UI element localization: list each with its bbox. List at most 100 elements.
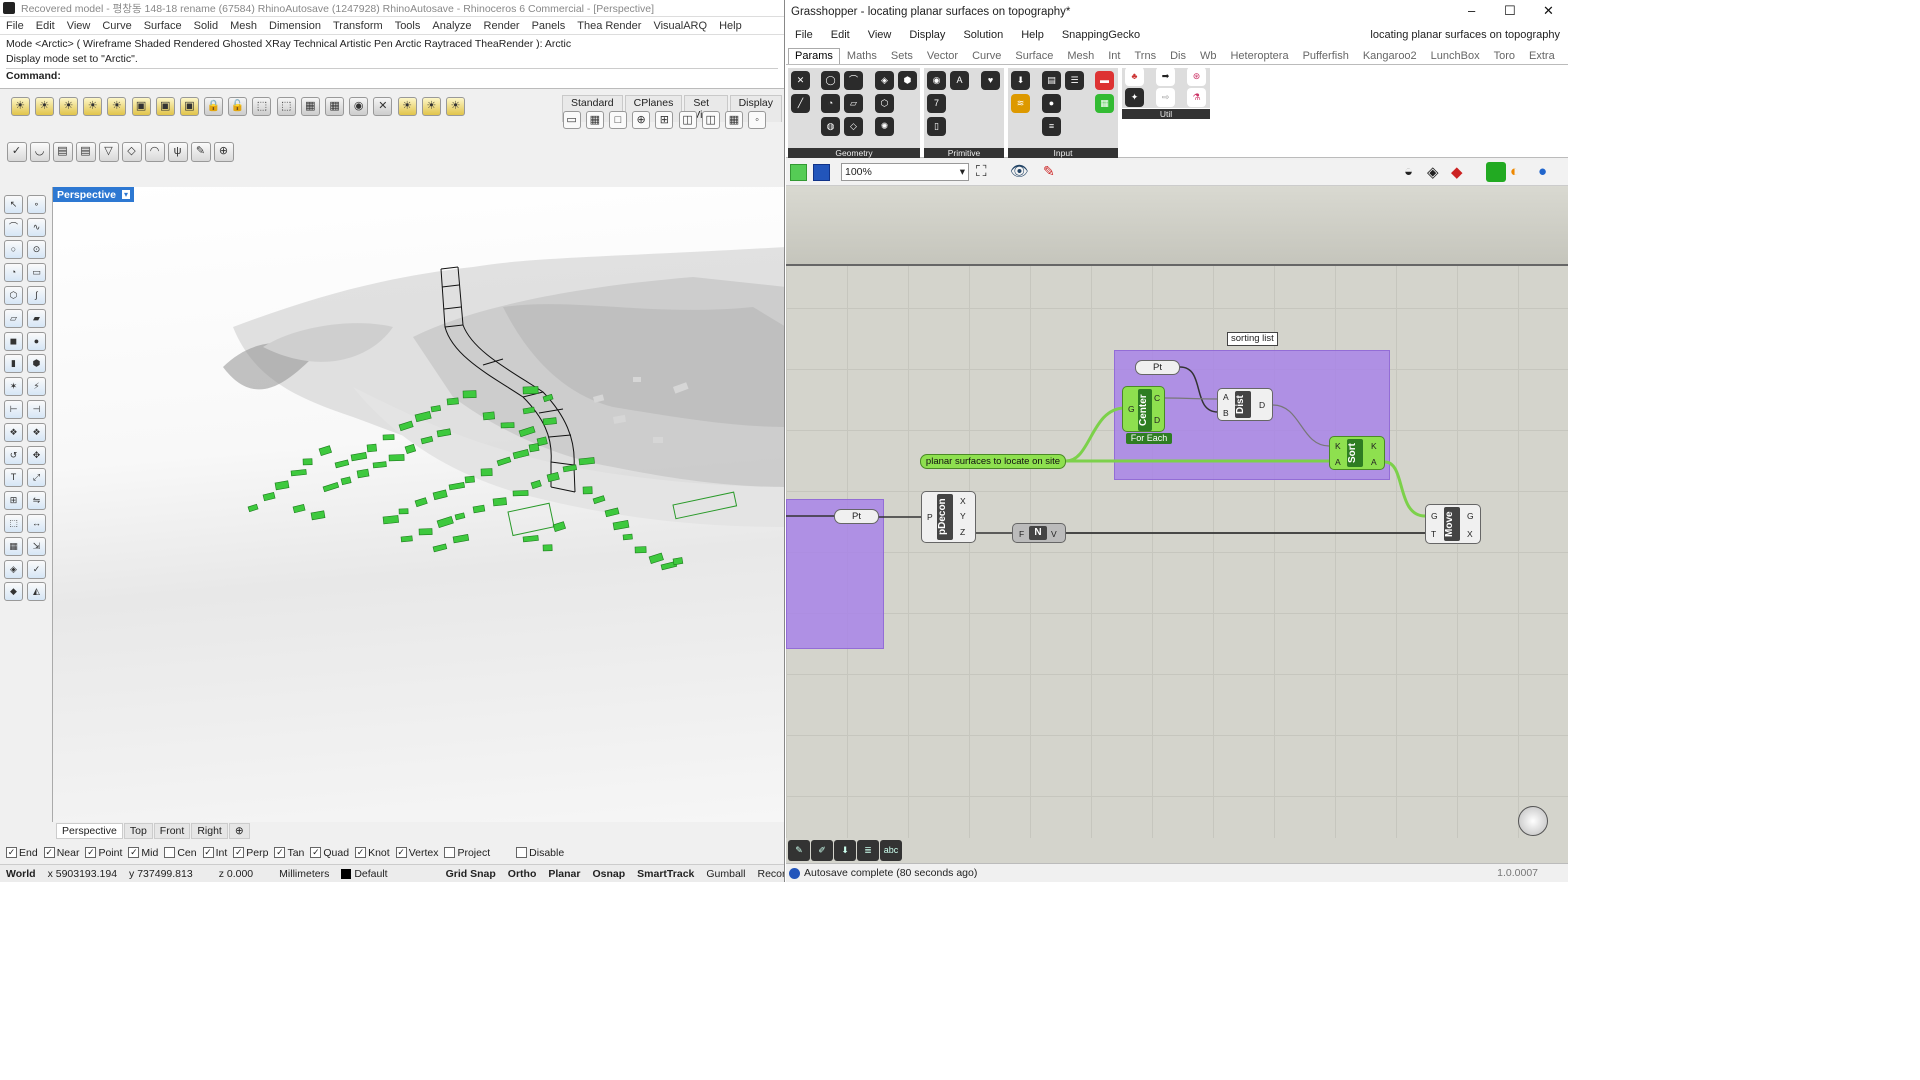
gh-menu-help[interactable]: Help (1012, 29, 1053, 41)
osnap-int[interactable]: ✓ Int (202, 847, 227, 859)
spline-icon[interactable]: ∫ (27, 286, 46, 306)
select-icon[interactable]: ⬚ (252, 96, 272, 116)
menu-file[interactable]: File (0, 20, 30, 32)
surface-icon[interactable]: ▱ (4, 308, 23, 328)
preview-wire-icon[interactable]: ◒ (1404, 163, 1413, 180)
gh-tab-toro[interactable]: Toro (1487, 50, 1522, 64)
checkbox-icon[interactable]: ✓ (85, 847, 97, 858)
fillet-icon[interactable]: ⚡ (27, 377, 46, 397)
circle-param-icon[interactable]: ◯ (821, 71, 840, 90)
osnap-perp[interactable]: ✓ Perp (233, 847, 268, 859)
osnap-cen[interactable]: Cen (164, 847, 197, 859)
slider-icon[interactable]: ≡ (1042, 117, 1061, 136)
pin-x[interactable]: X (960, 496, 966, 506)
ribbon-label-geometry[interactable]: Geometry (788, 148, 920, 158)
surface-icon[interactable]: ▰ (27, 308, 46, 328)
menu-dimension[interactable]: Dimension (263, 20, 327, 32)
planar-surfaces-param[interactable]: planar surfaces to locate on site (920, 454, 1066, 469)
gh-tab-curve[interactable]: Curve (965, 50, 1008, 64)
ellipse-icon[interactable]: ⊙ (27, 240, 46, 260)
analyze-icon[interactable]: ◈ (4, 559, 23, 579)
solid-icon[interactable]: ◼ (4, 331, 23, 351)
pin-point[interactable]: P (927, 512, 933, 522)
boolean-icon[interactable]: ✶ (4, 377, 23, 397)
group-label-sorting-list[interactable]: sorting list (1227, 332, 1278, 346)
array-icon[interactable]: ⊞ (4, 491, 23, 511)
osnap-end[interactable]: ✓ End (6, 847, 38, 859)
close-icon[interactable]: ✕ (1543, 3, 1554, 19)
swatch-icon[interactable]: ▬ (1095, 71, 1114, 90)
gh-tab-heteroptera[interactable]: Heteroptera (1223, 50, 1295, 64)
osnap-disable[interactable]: Disable (516, 847, 564, 859)
pin-distance[interactable]: D (1154, 415, 1160, 425)
maximize-icon[interactable]: ☐ (1504, 3, 1516, 19)
gh-tab-kangaroo2[interactable]: Kangaroo2 (1356, 50, 1424, 64)
cplane-indicator[interactable]: World (0, 868, 42, 880)
pin-f[interactable]: F (1019, 529, 1024, 539)
checkbox-icon[interactable]: ✓ (355, 847, 367, 858)
split-icon[interactable]: ⊣ (27, 400, 46, 420)
point-param-bottom[interactable]: Pt (834, 509, 879, 524)
gh-tab-vector[interactable]: Vector (920, 50, 965, 64)
menu-panels[interactable]: Panels (526, 20, 572, 32)
gh-tab-sets[interactable]: Sets (884, 50, 920, 64)
checkbox-icon[interactable]: ✓ (202, 847, 214, 858)
gh-tab-trns[interactable]: Trns (1127, 50, 1163, 64)
surface-param-icon[interactable]: ▱ (844, 94, 863, 113)
lightbulb-icon[interactable]: ☀ (445, 96, 465, 116)
minimize-icon[interactable]: – (1468, 3, 1475, 18)
lightbulb-icon[interactable]: ☀ (10, 96, 30, 116)
boolean-param-icon[interactable]: ◉ (927, 71, 946, 90)
align-icon[interactable]: ≣ (857, 840, 879, 861)
checkbox-icon[interactable]: ✓ (395, 847, 407, 858)
render-icon[interactable]: ◆ (4, 582, 23, 602)
menu-solid[interactable]: Solid (188, 20, 224, 32)
text-icon[interactable]: T (4, 468, 23, 488)
field-param-icon[interactable]: ◍ (821, 117, 840, 136)
gh-tab-mesh[interactable]: Mesh (1060, 50, 1101, 64)
menu-render[interactable]: Render (478, 20, 526, 32)
lightbulb-icon[interactable]: ☀ (421, 96, 441, 116)
gh-tab-wb[interactable]: Wb (1193, 50, 1224, 64)
gh-menu-solution[interactable]: Solution (954, 29, 1012, 41)
deconstruct-point-component[interactable]: P pDecon X Y Z (921, 491, 976, 543)
zoom-dropdown[interactable]: 100% ▾ (841, 163, 969, 181)
menu-analyze[interactable]: Analyze (426, 20, 477, 32)
osnap-vertex[interactable]: ✓ Vertex (395, 847, 438, 859)
osnap-knot[interactable]: ✓ Knot (355, 847, 390, 859)
distance-component[interactable]: A B Dist D (1217, 388, 1273, 421)
extrude-icon[interactable]: ⬢ (27, 354, 46, 374)
pin-geometry[interactable]: G (1128, 404, 1135, 414)
gh-tab-surface[interactable]: Surface (1008, 50, 1060, 64)
perspective-viewport[interactable]: Perspective ▾ (52, 187, 784, 822)
funnel-icon[interactable]: ▽ (98, 142, 119, 162)
grass-icon[interactable]: ψ (167, 142, 188, 162)
center-component[interactable]: G Center C D (1122, 386, 1165, 432)
menu-view[interactable]: View (61, 20, 97, 32)
transform-icon[interactable]: ⇲ (27, 536, 46, 556)
delete-icon[interactable]: ✕ (373, 96, 393, 116)
sketch-wire-icon[interactable]: ✎ (788, 840, 810, 861)
cherry-icon[interactable]: ♣ (1125, 67, 1144, 86)
gh-tab-extra[interactable]: Extra (1522, 50, 1562, 64)
sketch-icon[interactable]: ✎ (1043, 163, 1055, 180)
grid-icon[interactable]: ▦ (724, 111, 743, 129)
button-icon[interactable]: ● (1042, 94, 1061, 113)
menu-surface[interactable]: Surface (138, 20, 188, 32)
bowl-icon[interactable]: ◠ (144, 142, 165, 162)
pin-d[interactable]: D (1259, 400, 1265, 410)
lock-icon[interactable]: 🔒 (204, 96, 224, 116)
menu-tools[interactable]: Tools (389, 20, 427, 32)
layer-icon[interactable]: ▣ (179, 96, 199, 116)
check-icon[interactable]: ✓ (6, 142, 27, 162)
split-view-icon[interactable]: ◫ (678, 111, 697, 129)
arrow-outline-icon[interactable]: ⇨ (1156, 88, 1175, 107)
sphere-icon[interactable]: ● (27, 331, 46, 351)
pin-transform[interactable]: X (1467, 529, 1473, 539)
gh-tab-dis[interactable]: Dis (1163, 50, 1193, 64)
gh-tab-maths[interactable]: Maths (840, 50, 884, 64)
four-viewports-icon[interactable]: ▦ (585, 111, 604, 129)
checkbox-icon[interactable] (164, 847, 176, 858)
sphere-icon[interactable]: ◉ (349, 96, 369, 116)
checkbox-icon[interactable] (516, 847, 528, 858)
